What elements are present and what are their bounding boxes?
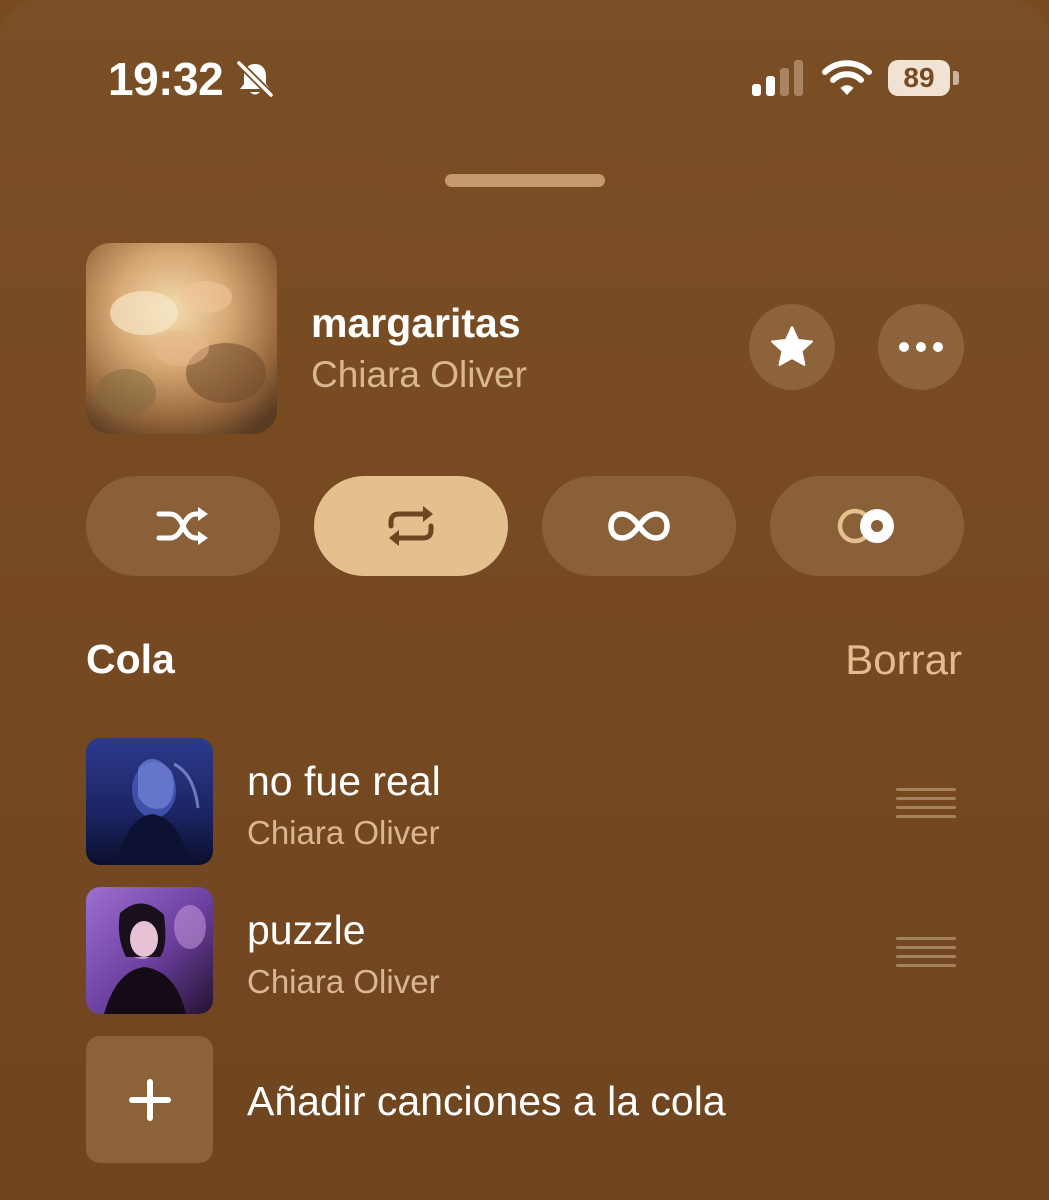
queue-item-title: no fue real xyxy=(247,758,441,804)
queue-sheet: 19:32 89 margaritas Chiara Oliver Cola B… xyxy=(0,0,1049,1200)
bell-off-icon xyxy=(236,60,274,98)
shuffle-icon xyxy=(156,507,208,545)
star-icon xyxy=(771,326,813,366)
queue-item-artist: Chiara Oliver xyxy=(247,963,440,1000)
queue-item[interactable]: puzzle Chiara Oliver xyxy=(86,887,966,1015)
plus-icon xyxy=(128,1078,171,1121)
status-time: 19:32 xyxy=(108,53,224,105)
repeat-icon xyxy=(388,506,434,546)
now-playing-artist[interactable]: Chiara Oliver xyxy=(311,354,527,396)
repeat-button[interactable] xyxy=(314,476,508,576)
drag-handle-icon[interactable] xyxy=(896,786,956,820)
ellipsis-icon xyxy=(899,342,943,352)
battery-level: 89 xyxy=(903,62,935,93)
queue-item-artwork xyxy=(86,738,213,865)
queue-item-artist: Chiara Oliver xyxy=(247,814,440,851)
autoplay-button[interactable] xyxy=(542,476,736,576)
status-bar: 19:32 89 xyxy=(0,0,1049,160)
crossfade-button[interactable] xyxy=(770,476,964,576)
wifi-icon xyxy=(822,60,872,95)
more-button[interactable] xyxy=(878,304,964,390)
queue-heading: Cola xyxy=(86,636,175,682)
sheet-grabber[interactable] xyxy=(445,174,605,187)
queue-item-title: puzzle xyxy=(247,907,366,953)
queue-item[interactable]: no fue real Chiara Oliver xyxy=(86,738,966,866)
battery-icon: 89 xyxy=(888,60,950,96)
clear-queue-button[interactable]: Borrar xyxy=(845,636,962,684)
cellular-signal-icon xyxy=(752,60,803,96)
crossfade-icon xyxy=(837,508,894,544)
add-tile[interactable] xyxy=(86,1036,213,1163)
add-to-queue-row[interactable]: Añadir canciones a la cola xyxy=(86,1036,966,1164)
battery-cap xyxy=(953,71,959,85)
drag-handle-icon[interactable] xyxy=(896,935,956,969)
favorite-button[interactable] xyxy=(749,304,835,390)
now-playing-artwork[interactable] xyxy=(86,243,277,434)
now-playing-title: margaritas xyxy=(311,300,521,346)
add-to-queue-label: Añadir canciones a la cola xyxy=(247,1078,726,1124)
queue-item-artwork xyxy=(86,887,213,1014)
shuffle-button[interactable] xyxy=(86,476,280,576)
infinity-icon xyxy=(608,511,670,541)
